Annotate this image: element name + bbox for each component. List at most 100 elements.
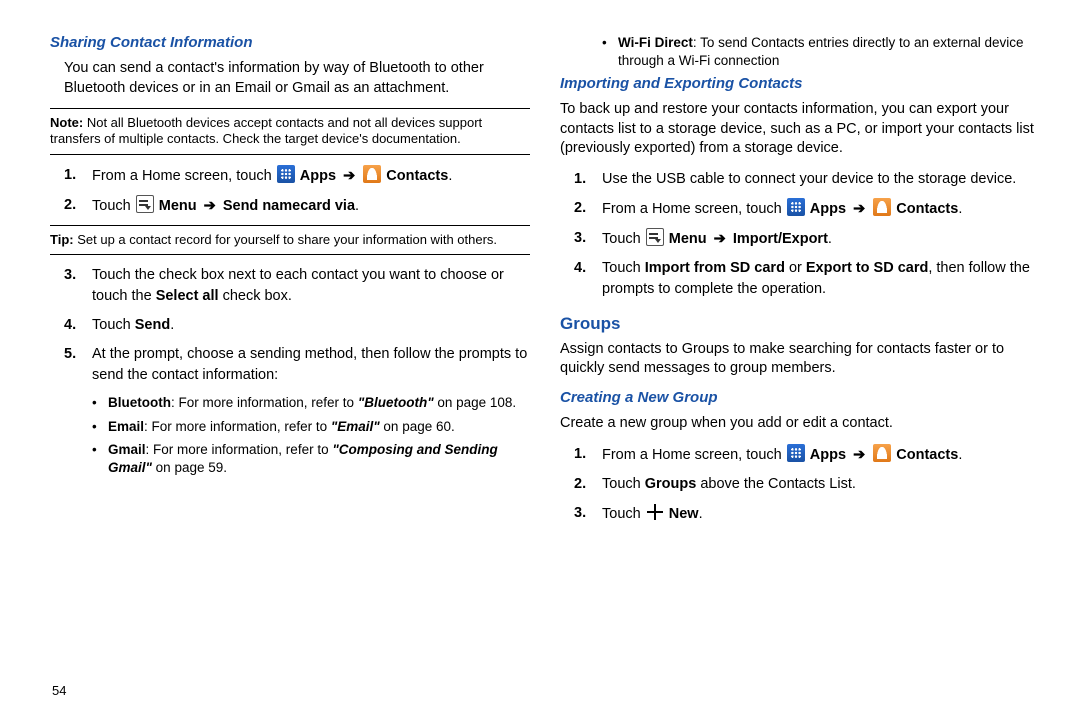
heading-groups: Groups	[560, 314, 1040, 334]
apps-icon	[277, 165, 295, 183]
right-column: Wi-Fi Direct: To send Contacts entries d…	[560, 28, 1040, 700]
heading-import-export: Importing and Exporting Contacts	[560, 75, 1040, 92]
period: .	[828, 231, 832, 247]
step-item: Touch Import from SD card or Export to S…	[560, 258, 1040, 300]
arrow-icon: ➔	[853, 201, 865, 217]
text: Touch the check box next to each contact…	[92, 267, 504, 304]
send-namecard-label: Send namecard via	[223, 198, 355, 214]
apps-icon	[787, 444, 805, 462]
steps-list: Use the USB cable to connect your device…	[560, 169, 1040, 300]
step-item: At the prompt, choose a sending method, …	[50, 344, 530, 386]
text: on page 60.	[380, 419, 455, 434]
note-label: Note:	[50, 115, 83, 130]
text: From a Home screen, touch	[602, 201, 786, 217]
apps-label: Apps	[300, 168, 336, 184]
bullet-list: Wi-Fi Direct: To send Contacts entries d…	[602, 34, 1040, 69]
step-item: From a Home screen, touch Apps ➔ Contact…	[50, 165, 530, 187]
bluetooth-label: Bluetooth	[108, 395, 171, 410]
text: on page 59.	[152, 460, 227, 475]
tip-body: Set up a contact record for yourself to …	[77, 232, 497, 247]
import-sd-label: Import from SD card	[645, 260, 785, 276]
text: Touch	[602, 476, 645, 492]
step-item: Touch Groups above the Contacts List.	[560, 474, 1040, 495]
bullet-item: Email: For more information, refer to "E…	[92, 418, 530, 436]
text: At the prompt, choose a sending method, …	[92, 346, 527, 383]
text: Touch	[602, 506, 645, 522]
bullet-list: Bluetooth: For more information, refer t…	[92, 394, 530, 476]
note-body: Not all Bluetooth devices accept contact…	[50, 115, 482, 146]
text: Use the USB cable to connect your device…	[602, 171, 1016, 187]
bullet-item: Bluetooth: For more information, refer t…	[92, 394, 530, 412]
send-label: Send	[135, 317, 170, 333]
heading-new-group: Creating a New Group	[560, 389, 1040, 406]
text: : For more information, refer to	[171, 395, 358, 410]
step-item: Touch Menu ➔ Import/Export.	[560, 228, 1040, 250]
arrow-icon: ➔	[714, 231, 726, 247]
contacts-icon	[873, 444, 891, 462]
period: .	[170, 317, 174, 333]
select-all-label: Select all	[156, 288, 219, 304]
text: : For more information, refer to	[146, 442, 333, 457]
left-column: Sharing Contact Information You can send…	[50, 28, 530, 700]
steps-list: From a Home screen, touch Apps ➔ Contact…	[50, 165, 530, 217]
apps-icon	[787, 198, 805, 216]
paragraph: You can send a contact's information by …	[64, 59, 530, 98]
period: .	[958, 447, 962, 463]
period: .	[355, 198, 359, 214]
heading-sharing: Sharing Contact Information	[50, 34, 530, 51]
apps-label: Apps	[810, 201, 846, 217]
steps-list: From a Home screen, touch Apps ➔ Contact…	[560, 444, 1040, 525]
contacts-label: Contacts	[896, 447, 958, 463]
export-sd-label: Export to SD card	[806, 260, 928, 276]
period: .	[699, 506, 703, 522]
text: above the Contacts List.	[696, 476, 856, 492]
bullet-item: Wi-Fi Direct: To send Contacts entries d…	[602, 34, 1040, 69]
wifi-direct-label: Wi-Fi Direct	[618, 35, 693, 50]
text: From a Home screen, touch	[92, 168, 276, 184]
contacts-label: Contacts	[896, 201, 958, 217]
step-item: Touch the check box next to each contact…	[50, 265, 530, 307]
text: or	[785, 260, 806, 276]
text: Touch	[602, 260, 645, 276]
step-item: Touch Menu ➔ Send namecard via.	[50, 195, 530, 217]
tip-label: Tip:	[50, 232, 74, 247]
steps-list-cont: Touch the check box next to each contact…	[50, 265, 530, 386]
menu-icon	[646, 228, 664, 246]
step-item: Touch New.	[560, 503, 1040, 525]
apps-label: Apps	[810, 447, 846, 463]
text: on page 108.	[434, 395, 517, 410]
gmail-label: Gmail	[108, 442, 146, 457]
step-item: From a Home screen, touch Apps ➔ Contact…	[560, 198, 1040, 220]
paragraph: Assign contacts to Groups to make search…	[560, 340, 1040, 379]
new-label: New	[669, 506, 699, 522]
plus-icon	[646, 503, 664, 521]
paragraph: Create a new group when you add or edit …	[560, 414, 1040, 434]
note-box: Note: Not all Bluetooth devices accept c…	[50, 108, 530, 155]
ref-bluetooth: "Bluetooth"	[358, 395, 434, 410]
period: .	[958, 201, 962, 217]
step-item: From a Home screen, touch Apps ➔ Contact…	[560, 444, 1040, 466]
step-item: Use the USB cable to connect your device…	[560, 169, 1040, 190]
import-export-label: Import/Export	[733, 231, 828, 247]
arrow-icon: ➔	[343, 168, 355, 184]
groups-label: Groups	[645, 476, 697, 492]
paragraph: To back up and restore your contacts inf…	[560, 100, 1040, 159]
ref-email: "Email"	[331, 419, 380, 434]
menu-label: Menu	[159, 198, 197, 214]
text: Touch	[602, 231, 645, 247]
tip-box: Tip: Set up a contact record for yoursel…	[50, 225, 530, 255]
bullet-item: Gmail: For more information, refer to "C…	[92, 441, 530, 476]
contacts-label: Contacts	[386, 168, 448, 184]
text: From a Home screen, touch	[602, 447, 786, 463]
arrow-icon: ➔	[204, 198, 216, 214]
menu-icon	[136, 195, 154, 213]
contacts-icon	[363, 165, 381, 183]
text: check box.	[219, 288, 292, 304]
email-label: Email	[108, 419, 144, 434]
text: : For more information, refer to	[144, 419, 331, 434]
arrow-icon: ➔	[853, 447, 865, 463]
period: .	[448, 168, 452, 184]
contacts-icon	[873, 198, 891, 216]
page-number: 54	[52, 683, 66, 698]
step-item: Touch Send.	[50, 315, 530, 336]
